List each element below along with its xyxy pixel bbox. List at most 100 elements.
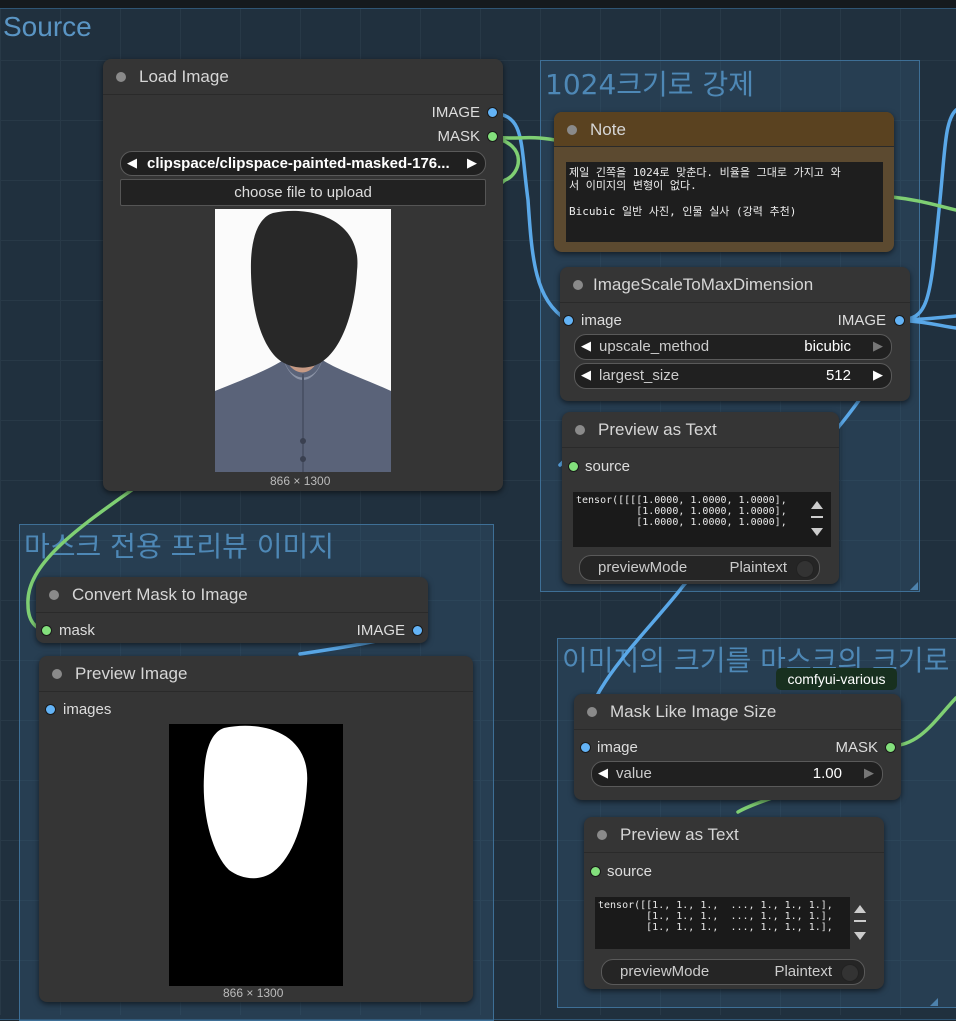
- node-title: Convert Mask to Image: [72, 585, 248, 604]
- preview-mode-toggle[interactable]: previewMode Plaintext: [579, 555, 820, 581]
- collapse-dot[interactable]: [116, 72, 126, 82]
- preview-mode-label: previewMode: [598, 559, 688, 576]
- collapse-dot[interactable]: [587, 707, 597, 717]
- upscale-method-value: bicubic: [804, 338, 851, 355]
- node-title: Load Image: [139, 67, 229, 86]
- preview-image-node[interactable]: Preview Image images 866 × 1300: [39, 656, 473, 1002]
- image-scale-node[interactable]: ImageScaleToMaxDimension image IMAGE ◀ u…: [560, 267, 910, 401]
- preview-text-node-2[interactable]: Preview as Text source tensor([[1., 1., …: [584, 817, 884, 989]
- largest-size-value: 512: [825, 367, 851, 384]
- load-image-node[interactable]: Load Image IMAGE MASK ◀ clipspace/clipsp…: [103, 59, 503, 491]
- convert-mask-node[interactable]: Convert Mask to Image mask IMAGE: [36, 577, 428, 643]
- loaded-image-preview: [215, 209, 391, 472]
- value-value: 1.00: [812, 765, 842, 782]
- node-title: Preview as Text: [598, 420, 717, 439]
- image-scale-header[interactable]: ImageScaleToMaxDimension: [560, 267, 910, 303]
- preview-mode-value: Plaintext: [729, 559, 787, 576]
- output-image-socket[interactable]: [487, 107, 498, 118]
- value-number[interactable]: ◀ value 1.00 ▶: [591, 761, 883, 787]
- largest-size-label: largest_size: [599, 367, 680, 384]
- input-mask-socket[interactable]: [41, 625, 52, 636]
- arrow-right-icon[interactable]: ▶: [467, 155, 477, 171]
- output-image-socket[interactable]: [894, 315, 905, 326]
- node-title: Preview Image: [75, 664, 188, 683]
- group-mask-size-handle[interactable]: [930, 998, 938, 1006]
- collapse-dot[interactable]: [573, 280, 583, 290]
- preview-text-output[interactable]: tensor([[[[1.0000, 1.0000, 1.0000], [1.0…: [573, 492, 831, 547]
- input-images-label: images: [63, 701, 112, 718]
- output-image-label: IMAGE: [837, 312, 886, 329]
- node-title: Mask Like Image Size: [610, 702, 777, 721]
- input-images-socket[interactable]: [45, 704, 56, 715]
- collapse-dot[interactable]: [52, 669, 62, 679]
- convert-mask-header[interactable]: Convert Mask to Image: [36, 577, 428, 613]
- note-node[interactable]: Note 제일 긴쪽을 1024로 맞춘다. 비율을 그대로 가지고 와 서 이…: [554, 112, 894, 252]
- output-mask-socket[interactable]: [885, 742, 896, 753]
- input-mask-label: mask: [59, 622, 95, 639]
- output-image-label: IMAGE: [431, 104, 480, 121]
- output-mask-label: MASK: [835, 739, 878, 756]
- preview-image-header[interactable]: Preview Image: [39, 656, 473, 692]
- upload-button[interactable]: choose file to upload: [120, 179, 486, 206]
- input-image-label: image: [581, 312, 622, 329]
- input-image-label: image: [597, 739, 638, 756]
- node-title: Preview as Text: [620, 825, 739, 844]
- input-image-socket[interactable]: [563, 315, 574, 326]
- input-source-socket[interactable]: [568, 461, 579, 472]
- output-image-socket[interactable]: [412, 625, 423, 636]
- mask-like-header[interactable]: Mask Like Image Size: [574, 694, 901, 730]
- collapse-dot[interactable]: [49, 590, 59, 600]
- upscale-method-label: upscale_method: [599, 338, 710, 355]
- preview-text-node-1[interactable]: Preview as Text source tensor([[[[1.0000…: [562, 412, 839, 584]
- note-line-2: 서 이미지의 변형이 없다.: [569, 179, 697, 192]
- output-image-label: IMAGE: [356, 622, 405, 639]
- note-title: Note: [590, 120, 626, 139]
- preview-mode-value: Plaintext: [774, 963, 832, 980]
- collapse-dot[interactable]: [597, 830, 607, 840]
- input-source-socket[interactable]: [590, 866, 601, 877]
- preview-text-header[interactable]: Preview as Text: [584, 817, 884, 853]
- output-mask-label: MASK: [437, 128, 480, 145]
- preview-text-output[interactable]: tensor([[1., 1., 1., ..., 1., 1., 1.], […: [595, 897, 850, 949]
- toggle-knob[interactable]: [796, 560, 814, 578]
- input-source-label: source: [607, 863, 653, 880]
- group-title-mask-preview[interactable]: 마스크 전용 프리뷰 이미지: [24, 525, 334, 565]
- scroll-arrows-icon[interactable]: [810, 498, 824, 538]
- upload-label: choose file to upload: [234, 184, 372, 201]
- node-title: ImageScaleToMaxDimension: [593, 275, 814, 294]
- arrow-left-icon[interactable]: ◀: [127, 155, 137, 171]
- image-size-label: 866 × 1300: [270, 474, 331, 488]
- group-title-source[interactable]: Source: [3, 11, 92, 43]
- upscale-method-combo[interactable]: ◀ upscale_method bicubic ▶: [574, 334, 892, 360]
- input-image-socket[interactable]: [580, 742, 591, 753]
- arrow-right-icon[interactable]: ▶: [864, 765, 874, 781]
- preview-text-header[interactable]: Preview as Text: [562, 412, 839, 448]
- image-file-combo[interactable]: ◀ clipspace/clipspace-painted-masked-176…: [120, 151, 486, 176]
- toggle-knob[interactable]: [841, 964, 859, 982]
- arrow-left-icon[interactable]: ◀: [598, 765, 608, 781]
- output-mask-socket[interactable]: [487, 131, 498, 142]
- note-text-area[interactable]: 제일 긴쪽을 1024로 맞춘다. 비율을 그대로 가지고 와 서 이미지의 변…: [566, 162, 883, 242]
- collapse-dot[interactable]: [567, 125, 577, 135]
- note-line-1: 제일 긴쪽을 1024로 맞춘다. 비율을 그대로 가지고 와: [569, 166, 841, 179]
- arrow-left-icon[interactable]: ◀: [581, 367, 591, 383]
- value-label: value: [616, 765, 652, 782]
- note-header[interactable]: Note: [554, 112, 894, 147]
- badge-text: comfyui-various: [787, 671, 886, 687]
- note-line-3: Bicubic 일반 사진, 인물 실사 (강력 추천): [569, 205, 797, 218]
- group-title-resize[interactable]: 1024크기로 강제: [545, 63, 754, 103]
- mask-preview-image: [169, 724, 343, 986]
- mask-like-node[interactable]: Mask Like Image Size image MASK ◀ value …: [574, 694, 901, 800]
- group-resize-handle[interactable]: [910, 582, 918, 590]
- input-source-label: source: [585, 458, 631, 475]
- arrow-right-icon[interactable]: ▶: [873, 367, 883, 383]
- scroll-arrows-icon[interactable]: [853, 902, 867, 942]
- image-size-label: 866 × 1300: [223, 986, 284, 1000]
- collapse-dot[interactable]: [575, 425, 585, 435]
- arrow-right-icon[interactable]: ▶: [873, 338, 883, 354]
- top-bar: [0, 0, 956, 8]
- arrow-left-icon[interactable]: ◀: [581, 338, 591, 354]
- preview-mode-toggle[interactable]: previewMode Plaintext: [601, 959, 865, 985]
- largest-size-number[interactable]: ◀ largest_size 512 ▶: [574, 363, 892, 389]
- load-image-header[interactable]: Load Image: [103, 59, 503, 95]
